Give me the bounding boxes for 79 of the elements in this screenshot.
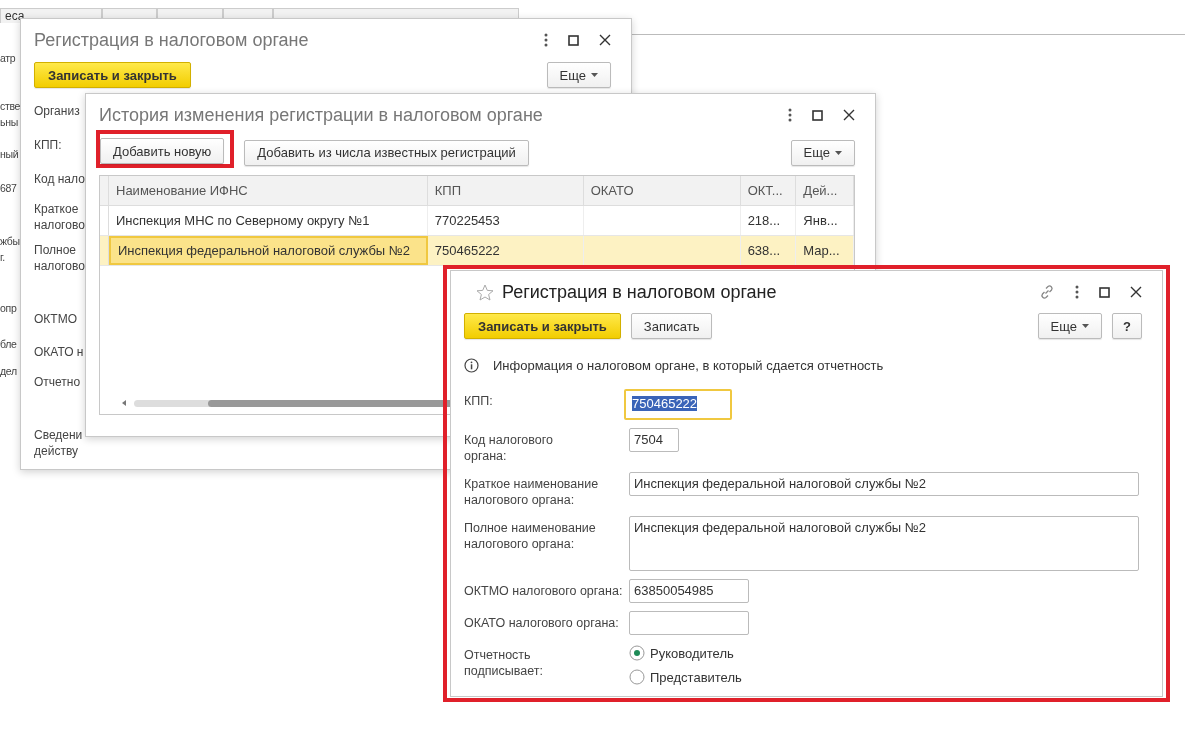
- add-button[interactable]: Добавить новую: [100, 138, 225, 164]
- table-cell: Янв...: [803, 213, 838, 228]
- save-close-button[interactable]: Записать и закрыть: [34, 62, 191, 88]
- form-label: бле: [0, 338, 17, 350]
- window-title: Регистрация в налоговом органе: [502, 281, 778, 303]
- form-label: ный: [0, 148, 19, 160]
- column-header[interactable]: Дей...: [796, 176, 854, 205]
- more-icon[interactable]: [788, 108, 792, 122]
- scroll-left-icon[interactable]: [122, 400, 126, 406]
- help-button[interactable]: ?: [1112, 313, 1142, 339]
- window-title: История изменения регистрации в налоговом органе: [99, 104, 544, 126]
- column-header[interactable]: ОКАТО: [583, 176, 741, 205]
- field-label: Краткое наименование налогового органа:: [464, 476, 600, 508]
- more-icon[interactable]: [1075, 285, 1079, 299]
- input-field[interactable]: 63850054985: [629, 579, 749, 603]
- field-label: Отчетность подписывает:: [464, 647, 544, 679]
- input-field[interactable]: [629, 611, 749, 635]
- table-cell: 638...: [747, 243, 781, 258]
- info-text: Информация о налоговом органе, в который сдается отчетность: [493, 358, 884, 373]
- radio-option[interactable]: Руководитель: [629, 645, 1142, 661]
- more-button[interactable]: Еще: [546, 62, 611, 88]
- form-label: 687: [0, 182, 17, 194]
- table-cell: Мар...: [803, 243, 840, 258]
- radio-option[interactable]: Представитель: [629, 669, 1142, 685]
- column-header[interactable]: Наименование ИФНС: [109, 176, 428, 205]
- caret-icon: [835, 150, 842, 155]
- radio-icon[interactable]: [629, 669, 645, 685]
- window-title: Регистрация в налоговом органе: [34, 29, 310, 51]
- input-field[interactable]: 750465222: [624, 389, 732, 420]
- form-label: Сведени действу: [34, 427, 83, 459]
- save-button[interactable]: Записать: [630, 313, 713, 339]
- more-button[interactable]: Еще: [790, 139, 855, 166]
- form-label: Отчетно: [34, 374, 81, 390]
- form-label: опр: [0, 302, 17, 314]
- form-label: стве: [0, 100, 21, 112]
- close-icon[interactable]: [843, 109, 855, 121]
- more-icon[interactable]: [544, 33, 548, 47]
- radio-icon[interactable]: [629, 645, 645, 661]
- star-icon[interactable]: [476, 283, 494, 301]
- table-cell: 750465222: [434, 243, 500, 258]
- maximize-icon[interactable]: [1099, 286, 1110, 298]
- close-icon[interactable]: [1130, 286, 1142, 298]
- column-header[interactable]: КПП: [427, 176, 584, 205]
- form-label: ОКАТО н: [34, 344, 84, 360]
- link-icon[interactable]: [1039, 284, 1055, 300]
- caret-icon: [1082, 324, 1090, 328]
- close-icon[interactable]: [599, 34, 611, 46]
- field-label: Код налогового органа:: [464, 432, 554, 464]
- field-label: КПП:: [464, 393, 494, 409]
- form-label: ьны: [0, 116, 18, 128]
- info-icon: [464, 358, 479, 373]
- input-field[interactable]: Инспекция федеральной налоговой службы №2: [629, 516, 1139, 571]
- input-field[interactable]: 7504: [629, 428, 679, 452]
- column-header[interactable]: ОКТ...: [740, 176, 797, 205]
- form-label: Краткое налогово: [34, 201, 85, 233]
- field-label: Полное наименование налогового органа:: [464, 520, 597, 552]
- table-cell: Инспекция МНС по Северному округу №1: [116, 213, 370, 228]
- maximize-icon[interactable]: [812, 109, 823, 121]
- field-label: ОКАТО налогового органа:: [464, 615, 620, 631]
- form-label: атр: [0, 52, 16, 64]
- form-label: КПП:: [34, 137, 62, 153]
- maximize-icon[interactable]: [568, 34, 579, 46]
- form-label: дел: [0, 365, 17, 377]
- add-button[interactable]: Добавить из числа известных регистраций: [244, 139, 529, 166]
- table-row[interactable]: Инспекция федеральной налоговой службы №2 750465222 638... Мар...: [100, 236, 854, 266]
- field-label: ОКТМО налогового органа:: [464, 583, 624, 599]
- form-label: Полное налогово: [34, 242, 85, 274]
- more-button[interactable]: Еще: [1037, 313, 1103, 339]
- form-label: ОКТМО: [34, 311, 77, 327]
- table-cell: 218...: [747, 213, 781, 228]
- table-cell: 770225453: [434, 213, 500, 228]
- form-label: жбы: [0, 235, 20, 247]
- save-close-button[interactable]: Записать и закрыть: [464, 313, 621, 339]
- input-field[interactable]: Инспекция федеральной налоговой службы №2: [629, 472, 1139, 496]
- form-label: г.: [0, 251, 5, 263]
- form-label: Код нало: [34, 171, 85, 187]
- caret-icon: [591, 73, 598, 77]
- form-label: Организ: [34, 103, 80, 119]
- table-cell: Инспекция федеральной налоговой службы №2: [118, 243, 410, 258]
